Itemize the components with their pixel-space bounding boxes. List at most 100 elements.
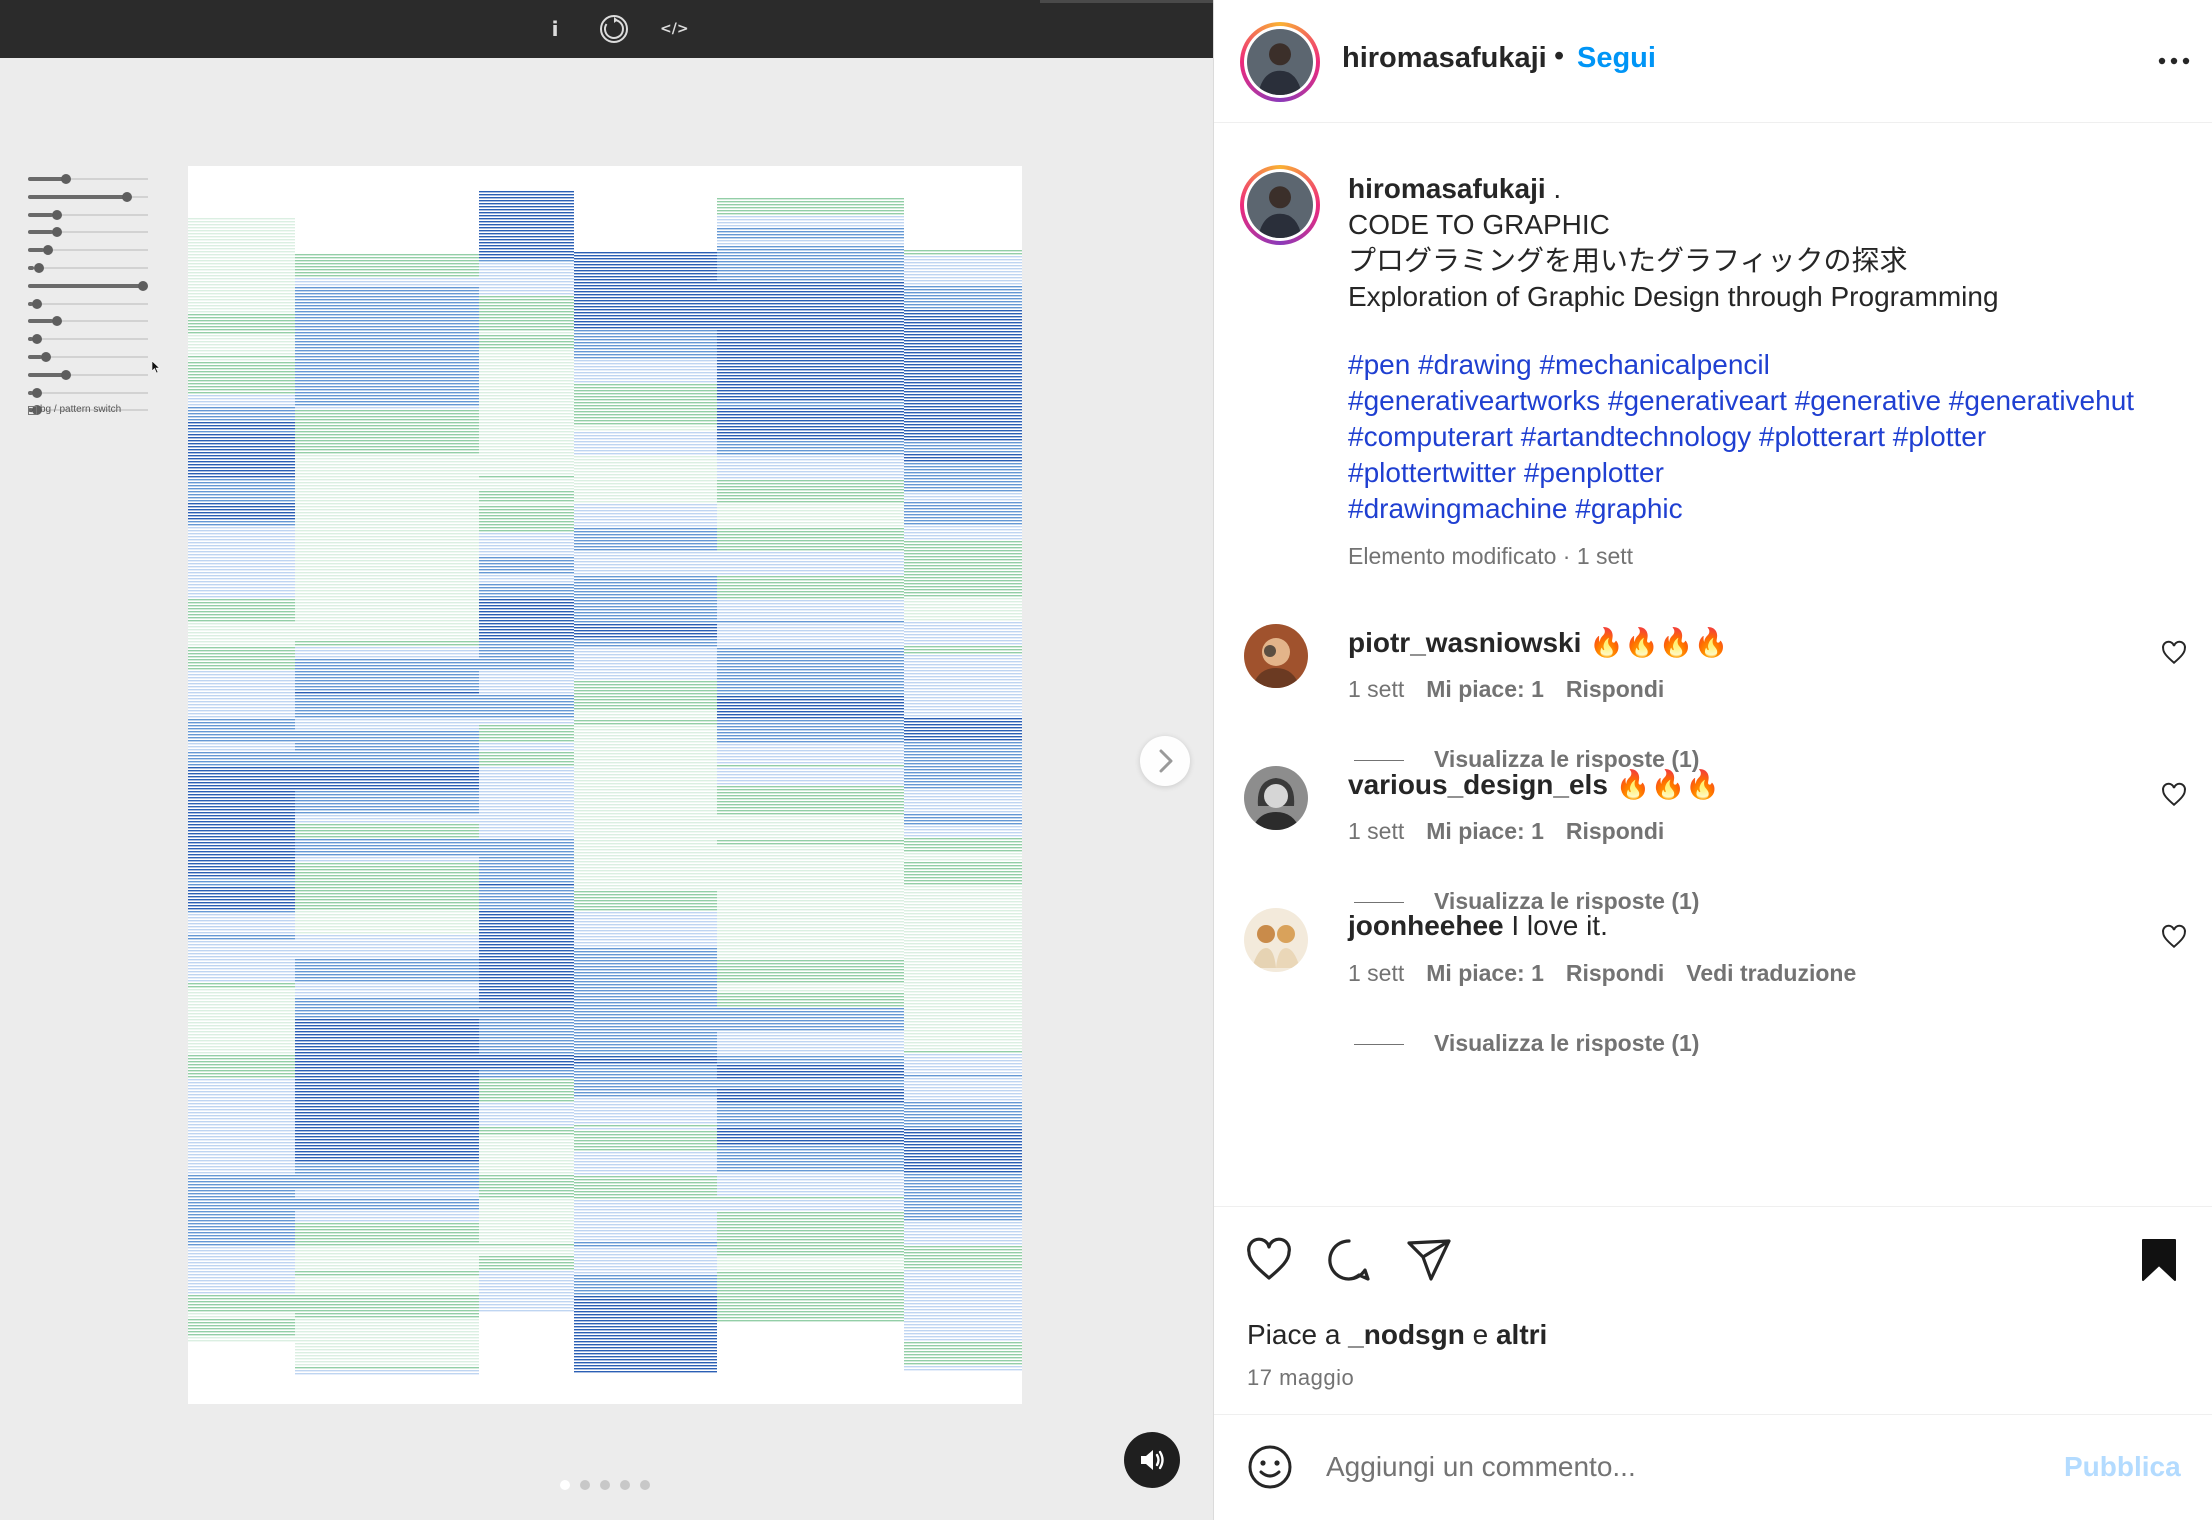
liker-username[interactable]: _nodsgn <box>1348 1319 1465 1350</box>
carousel-dot[interactable] <box>620 1480 630 1490</box>
video-toolbar: i </> <box>0 0 1213 58</box>
sound-toggle-button[interactable] <box>1124 1432 1180 1488</box>
post-caption: hiromasafukaji . CODE TO GRAPHIC プログラミング… <box>1348 171 2198 315</box>
like-heart-icon[interactable] <box>1244 1235 1294 1285</box>
heart-icon[interactable] <box>2161 640 2187 666</box>
author-username[interactable]: hiromasafukaji <box>1342 42 1547 75</box>
hashtag-line[interactable]: #computerart #artandtechnology #plottera… <box>1348 419 2198 455</box>
carousel-dot[interactable] <box>560 1480 570 1490</box>
parameter-slider[interactable] <box>28 227 148 238</box>
author-avatar[interactable] <box>1240 22 1320 102</box>
post-header: hiromasafukaji • Segui <box>1214 0 2212 123</box>
share-send-icon[interactable] <box>1404 1235 1454 1285</box>
parameter-slider[interactable] <box>28 263 148 273</box>
parameter-slider[interactable] <box>28 298 148 309</box>
post-actions: Piace a _nodsgn e altri 17 maggio <box>1214 1206 2212 1414</box>
heart-icon[interactable] <box>2161 924 2187 950</box>
caption-author-avatar[interactable] <box>1240 165 1320 245</box>
slider-fill <box>28 248 45 253</box>
hashtag-line[interactable]: #drawingmachine #graphic <box>1348 491 2198 527</box>
hashtag-line[interactable]: #generativeartworks #generativeart #gene… <box>1348 383 2198 419</box>
slider-fill <box>28 212 54 217</box>
hashtag-line[interactable]: #plottertwitter #penplotter <box>1348 455 2198 491</box>
slider-handle[interactable] <box>121 191 132 202</box>
hashtag-list: #pen #drawing #mechanicalpencil #generat… <box>1348 347 2198 527</box>
parameter-slider[interactable] <box>28 352 148 362</box>
slider-handle[interactable] <box>32 334 43 345</box>
slider-handle[interactable] <box>41 352 52 362</box>
comment-bubble-icon[interactable] <box>1324 1235 1374 1285</box>
add-comment-bar: Pubblica <box>1214 1414 2212 1520</box>
carousel-dot[interactable] <box>600 1480 610 1490</box>
slider-handle[interactable] <box>32 298 43 309</box>
reload-icon[interactable] <box>598 13 630 45</box>
parameter-slider[interactable] <box>28 280 148 291</box>
comment-time[interactable]: 1 sett <box>1348 960 1404 986</box>
follow-button[interactable]: Segui <box>1577 42 1656 75</box>
pattern-switch-toggle[interactable]: ✓ bg / pattern switch <box>28 404 121 415</box>
translate-button[interactable]: Vedi traduzione <box>1686 960 1856 986</box>
emoji-smiley-icon[interactable] <box>1246 1443 1294 1491</box>
comment-time[interactable]: 1 sett <box>1348 676 1404 702</box>
commenter-avatar[interactable] <box>1244 624 1308 688</box>
carousel-dot[interactable] <box>580 1480 590 1490</box>
parameter-slider[interactable] <box>28 191 148 202</box>
comment-likes[interactable]: Mi piace: 1 <box>1426 818 1544 844</box>
comment-input[interactable] <box>1326 1443 2006 1491</box>
info-icon[interactable]: i <box>544 14 566 44</box>
comment-likes[interactable]: Mi piace: 1 <box>1426 676 1544 702</box>
post-panel: hiromasafukaji • Segui hiromasafukaji . <box>1213 0 2212 1520</box>
slider-handle[interactable] <box>61 174 71 184</box>
artwork-column <box>904 250 1022 1371</box>
commenter-username[interactable]: joonheehee <box>1348 910 1504 941</box>
parameter-slider[interactable] <box>28 369 148 380</box>
reply-button[interactable]: Rispondi <box>1566 818 1664 844</box>
parameter-slider[interactable] <box>28 387 148 398</box>
checkbox-icon[interactable]: ✓ <box>28 406 37 415</box>
slider-handle[interactable] <box>52 316 63 327</box>
more-options-icon[interactable] <box>2154 46 2194 76</box>
reply-button[interactable]: Rispondi <box>1566 676 1664 702</box>
heart-icon[interactable] <box>2161 782 2187 808</box>
slider-handle[interactable] <box>32 387 43 398</box>
likes-others-link[interactable]: altri <box>1496 1319 1547 1350</box>
parameter-slider[interactable] <box>28 174 148 184</box>
person-photo-icon <box>1247 29 1313 95</box>
slider-handle[interactable] <box>52 209 63 220</box>
view-replies-label[interactable]: Visualizza le risposte (1) <box>1434 1030 1699 1056</box>
commenter-avatar[interactable] <box>1244 766 1308 830</box>
caption-username[interactable]: hiromasafukaji <box>1348 173 1546 204</box>
comment-time[interactable]: 1 sett <box>1348 818 1404 844</box>
commenter-username[interactable]: various_design_els <box>1348 769 1608 800</box>
hashtag-line[interactable]: #pen #drawing #mechanicalpencil <box>1348 347 2198 383</box>
commenter-avatar[interactable] <box>1244 908 1308 972</box>
parameter-slider[interactable] <box>28 245 148 256</box>
reply-button[interactable]: Rispondi <box>1566 960 1664 986</box>
code-icon[interactable]: </> <box>660 14 689 44</box>
parameter-slider[interactable] <box>28 209 148 220</box>
slider-fill <box>28 283 143 288</box>
view-replies-button[interactable]: Visualizza le risposte (1) <box>1354 1030 1699 1057</box>
slider-fill <box>28 372 63 377</box>
separator-dot: • <box>1554 40 1565 72</box>
slider-handle[interactable] <box>61 369 71 380</box>
slider-handle[interactable] <box>52 227 63 238</box>
post-date[interactable]: 17 maggio <box>1247 1365 1354 1391</box>
slider-fill <box>28 230 54 235</box>
likes-prefix: Piace a <box>1247 1319 1349 1350</box>
commenter-username[interactable]: piotr_wasniowski <box>1348 627 1581 658</box>
carousel-dot[interactable] <box>640 1480 650 1490</box>
bookmark-saved-icon[interactable] <box>2134 1235 2184 1285</box>
mouse-cursor-icon <box>152 361 160 373</box>
caption-username-suffix: . <box>1545 173 1562 204</box>
next-media-button[interactable] <box>1140 736 1190 786</box>
comment-likes[interactable]: Mi piace: 1 <box>1426 960 1544 986</box>
slider-handle[interactable] <box>138 280 148 291</box>
parameter-slider[interactable] <box>28 316 148 327</box>
parameter-slider[interactable] <box>28 334 148 345</box>
slider-handle[interactable] <box>33 263 44 273</box>
parameter-controls: ✓ bg / pattern switch <box>28 168 160 428</box>
publish-button[interactable]: Pubblica <box>2064 1451 2181 1483</box>
slider-handle[interactable] <box>43 245 54 256</box>
slider-fill <box>28 194 126 199</box>
